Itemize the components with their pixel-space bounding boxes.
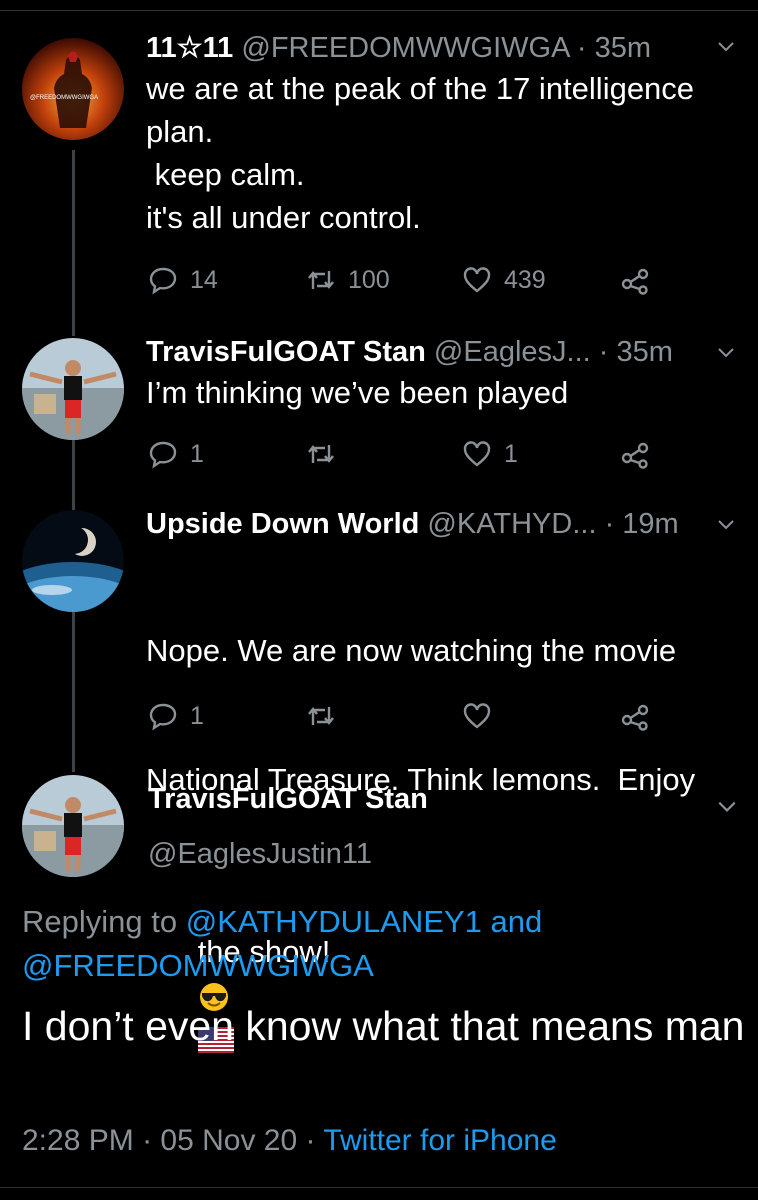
replying-and[interactable]: and (491, 904, 543, 939)
tweet-actions: 14 100 439 (146, 260, 666, 300)
tweet-time: 2:28 PM (22, 1124, 134, 1157)
thread-tweet-1[interactable]: 11☆11 @FREEDOMWWGIWGA · 35m we are at th… (146, 30, 738, 239)
share-icon (621, 268, 649, 295)
share-icon (621, 704, 649, 731)
handle[interactable]: @KATHYD... (427, 508, 596, 540)
retweet-icon (308, 271, 334, 289)
bottom-divider (0, 1187, 758, 1188)
chevron-down-icon[interactable] (716, 342, 736, 362)
reply-icon (149, 441, 177, 469)
timestamp[interactable]: · 35m (599, 336, 673, 368)
mention-link[interactable]: @KATHYDULANEY1 (186, 904, 482, 939)
reply-button[interactable]: 1 (148, 434, 204, 474)
thread-connector-2 (72, 440, 75, 510)
avatar-watermark: @FREEDOMWWGIWGA (30, 95, 99, 101)
share-button[interactable] (620, 696, 650, 736)
share-button[interactable] (620, 434, 650, 474)
handle[interactable]: @EaglesJustin11 (148, 838, 372, 871)
like-button[interactable]: 439 (462, 260, 546, 300)
thread-connector-3 (72, 612, 75, 772)
replying-to: Replying to @KATHYDULANEY1 and @FREEDOMW… (22, 900, 722, 988)
like-count: 1 (504, 439, 518, 468)
separator-dot: · (305, 1124, 316, 1157)
chevron-down-icon[interactable] (716, 795, 738, 817)
share-button[interactable] (620, 260, 650, 300)
display-name[interactable]: 11☆11 (146, 32, 233, 64)
retweet-button[interactable] (306, 434, 348, 474)
display-name[interactable]: TravisFulGOAT Stan (146, 336, 426, 368)
separator-dot: · (142, 1124, 153, 1157)
tweet-date: 05 Nov 20 (160, 1124, 298, 1157)
tweet-actions: 1 (146, 696, 666, 736)
heart-icon (463, 703, 491, 729)
like-button[interactable] (462, 696, 504, 736)
retweet-icon (308, 707, 334, 725)
reply-button[interactable]: 14 (148, 260, 218, 300)
reply-count: 1 (190, 701, 204, 730)
reply-count: 1 (190, 439, 204, 468)
tweet-text: we are at the peak of the 17 intelligenc… (146, 71, 695, 235)
avatar[interactable]: @FREEDOMWWGIWGA (22, 38, 124, 140)
tweet-header: Upside Down World @KATHYD... · 19m (146, 508, 738, 541)
handle[interactable]: @FREEDOMWWGIWGA (241, 32, 568, 64)
reply-button[interactable]: 1 (148, 696, 204, 736)
timestamp[interactable]: · 19m (605, 508, 679, 540)
retweet-count: 100 (348, 265, 390, 294)
share-icon (621, 442, 649, 469)
tweet-text: I’m thinking we’ve been played (146, 375, 569, 410)
like-button[interactable]: 1 (462, 434, 518, 474)
thread-connector-1 (72, 150, 75, 336)
chevron-down-icon[interactable] (716, 514, 736, 534)
heart-icon (463, 267, 491, 293)
like-count: 439 (504, 265, 546, 294)
display-name[interactable]: TravisFulGOAT Stan (148, 783, 428, 816)
display-name[interactable]: Upside Down World (146, 508, 419, 540)
retweet-button[interactable]: 100 (306, 260, 390, 300)
handle[interactable]: @EaglesJ... (434, 336, 591, 368)
retweet-icon (308, 445, 334, 463)
timestamp[interactable]: · 35m (577, 32, 651, 64)
tweet-text-line: Nope. We are now watching the movie (146, 633, 677, 668)
tweet-header: TravisFulGOAT Stan @EaglesJ... · 35m (146, 336, 738, 369)
reply-icon (149, 703, 177, 731)
avatar[interactable] (22, 775, 124, 877)
avatar[interactable] (22, 338, 124, 440)
reply-count: 14 (190, 265, 218, 294)
avatar[interactable] (22, 510, 124, 612)
source-link[interactable]: Twitter for iPhone (323, 1124, 556, 1157)
chevron-down-icon[interactable] (716, 36, 736, 56)
tweet-meta: 2:28 PM · 05 Nov 20 · Twitter for iPhone (22, 1124, 557, 1158)
main-tweet-text: I don’t even know what that means man (22, 1003, 745, 1049)
heart-icon (463, 441, 491, 467)
thread-tweet-2[interactable]: TravisFulGOAT Stan @EaglesJ... · 35m I’m… (146, 336, 738, 414)
tweet-actions: 1 1 (146, 434, 666, 474)
replying-prefix: Replying to (22, 904, 178, 939)
top-divider (0, 10, 758, 11)
reply-icon (149, 267, 177, 295)
retweet-button[interactable] (306, 696, 348, 736)
mention-link[interactable]: @FREEDOMWWGIWGA (22, 948, 374, 983)
tweet-header: 11☆11 @FREEDOMWWGIWGA · 35m (146, 30, 738, 65)
